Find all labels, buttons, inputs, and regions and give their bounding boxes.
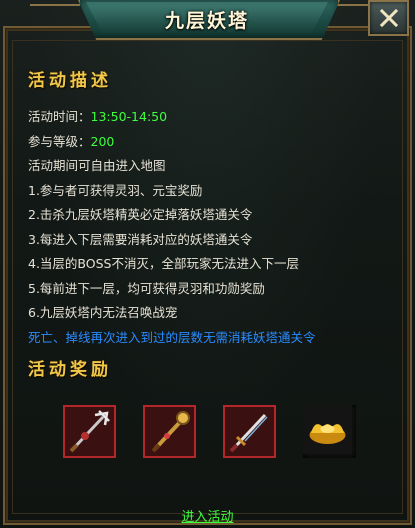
reward-slot-1[interactable] <box>63 405 116 458</box>
close-button[interactable] <box>368 0 409 36</box>
close-icon <box>379 8 398 28</box>
reward-slot-3[interactable] <box>223 405 276 458</box>
event-time-line: 活动时间：13:50-14:50 <box>28 105 398 130</box>
event-dialog: 九层妖塔 活动描述 活动时间：13:50-14:50 参与等级：200 活动期间… <box>0 0 415 528</box>
description-line: 6.九层妖塔内无法召唤战宠 <box>28 305 178 320</box>
rewards-heading: 活动奖励 <box>28 360 112 380</box>
description-line: 活动期间可自由进入地图 <box>28 158 166 173</box>
description-line: 3.每进入下层需要消耗对应的妖塔通关令 <box>28 231 253 247</box>
title-ornament-left <box>30 4 80 24</box>
description-line: 1.参与者可获得灵羽、元宝奖励 <box>28 182 203 198</box>
description-heading: 活动描述 <box>28 71 112 91</box>
reward-slot-2[interactable] <box>143 405 196 458</box>
trident-weapon-icon <box>65 407 114 456</box>
reward-slot-4[interactable] <box>303 405 356 458</box>
enter-event-link[interactable]: 进入活动 <box>0 506 415 525</box>
level-label: 参与等级： <box>28 133 91 149</box>
description-line: 4.当层的BOSS不消灭，全部玩家无法进入下一层 <box>28 256 299 271</box>
dialog-title: 九层妖塔 <box>164 10 249 32</box>
gold-ingot-icon <box>303 405 352 454</box>
description-line: 5.每前进下一层，均可获得灵羽和功勋奖励 <box>28 280 265 296</box>
level-value: 200 <box>90 133 115 149</box>
reward-list <box>63 405 363 460</box>
level-line: 参与等级：200 <box>28 130 398 155</box>
description-body: 活动时间：13:50-14:50 参与等级：200 活动期间可自由进入地图 1.… <box>28 105 398 350</box>
event-time-value: 13:50-14:50 <box>90 109 168 124</box>
notice-line: 死亡、掉线再次进入到过的层数无需消耗妖塔通关令 <box>28 329 316 345</box>
description-line: 2.击杀九层妖塔精英必定掉落妖塔通关令 <box>28 207 253 222</box>
event-time-label: 活动时间： <box>28 109 91 124</box>
staff-weapon-icon <box>145 407 194 456</box>
sword-weapon-icon <box>225 407 274 456</box>
